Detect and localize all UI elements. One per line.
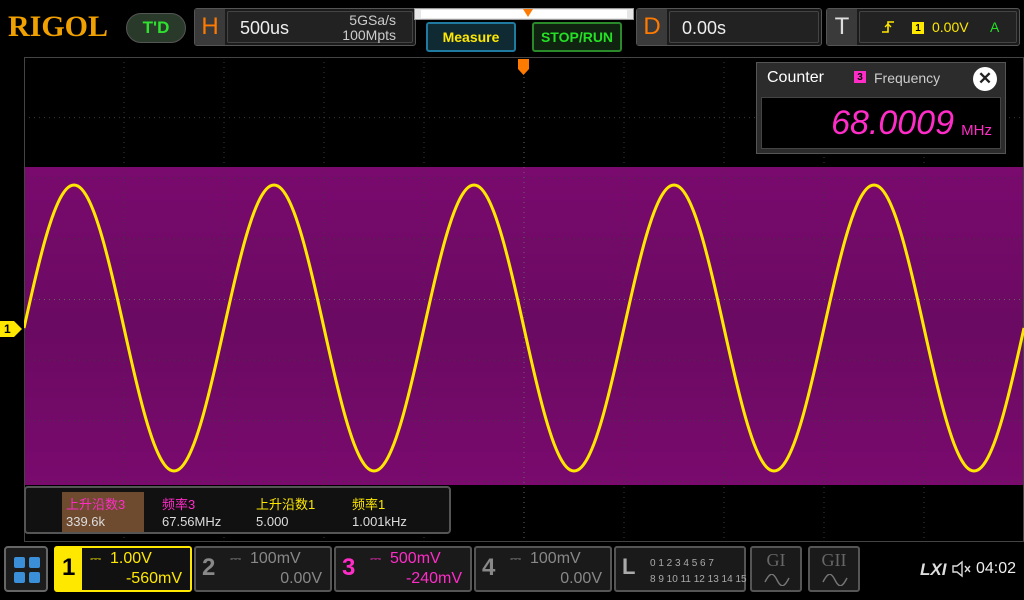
trigger-position-marker: [523, 9, 533, 17]
trigger-box[interactable]: T 1 0.00V A: [826, 8, 1020, 46]
dc-coupling-icon: ⎓: [370, 550, 382, 566]
logic-analyzer-box[interactable]: L 0 1 2 3 4 5 6 7 8 9 10 11 12 13 14 15: [614, 546, 747, 592]
channel-number: 4: [482, 554, 496, 581]
trigger-mode: A: [990, 19, 1000, 35]
channel-scale: 1.00V: [110, 550, 152, 567]
sine-wave-icon: [764, 574, 790, 586]
rising-edge-icon: [880, 19, 896, 38]
clock: 04:02: [976, 560, 1017, 577]
rigol-logo: RIGOL: [8, 10, 109, 43]
measurement-label: 频率3: [162, 497, 196, 512]
generator-2-label: GII: [821, 550, 847, 570]
dc-coupling-icon: ⎓: [510, 550, 522, 566]
measurement-value: 5.000: [256, 514, 289, 529]
measurement-value: 339.6k: [66, 514, 106, 529]
timebase-value: 500us: [240, 18, 290, 38]
channel-offset: -240mV: [405, 570, 462, 587]
channel-number: 1: [62, 554, 76, 581]
memory-depth: 100Mpts: [342, 27, 396, 43]
trigger-level: 0.00V: [932, 19, 969, 35]
measurement-table[interactable]: 上升沿数3 339.6k 频率3 67.56MHz 上升沿数1 5.000 频率…: [24, 486, 451, 534]
measurement-label: 频率1: [352, 497, 386, 512]
channel-offset: 0.00V: [560, 570, 602, 587]
measurement-value: 1.001kHz: [352, 514, 407, 529]
dc-coupling-icon: ⎓: [230, 550, 242, 566]
horizontal-timebase-box[interactable]: H 500us 5GSa/s 100Mpts: [194, 8, 416, 46]
td-mode-badge[interactable]: T'D: [126, 13, 186, 43]
delay-value: 0.00s: [682, 18, 727, 38]
counter-source-label[interactable]: Frequency: [874, 70, 940, 86]
sample-rate: 5GSa/s: [349, 12, 396, 28]
generator-2-box[interactable]: GII: [808, 546, 860, 592]
stop-run-button[interactable]: STOP/RUN: [532, 22, 622, 52]
logic-channels-row-2: 8 9 10 11 12 13 14 15: [650, 574, 747, 585]
delay-box[interactable]: D 0.00s: [636, 8, 822, 46]
top-status-bar: RIGOL T'D H 500us 5GSa/s 100Mpts Measure…: [0, 0, 1024, 55]
counter-readout: 68.0009 MHz: [761, 97, 1001, 149]
generator-1-box[interactable]: GI: [750, 546, 802, 592]
measurement-item[interactable]: 上升沿数3 339.6k: [62, 492, 144, 532]
measurement-item[interactable]: 频率1 1.001kHz: [348, 492, 444, 532]
close-icon[interactable]: ✕: [973, 67, 997, 91]
trigger-time-marker[interactable]: [518, 59, 529, 75]
measurement-item[interactable]: 上升沿数1 5.000: [252, 492, 348, 532]
channel-3-box[interactable]: 3 ⎓ 500mV -240mV: [334, 546, 472, 592]
channel-number: 3: [342, 554, 356, 581]
channel-4-box[interactable]: 4 ⎓ 100mV 0.00V: [474, 546, 612, 592]
counter-title: Counter: [767, 69, 824, 86]
channel-number: 2: [202, 554, 216, 581]
channel-scale: 500mV: [390, 550, 441, 567]
logic-label: L: [622, 554, 636, 579]
channel-scale: 100mV: [530, 550, 581, 567]
channel-2-box[interactable]: 2 ⎓ 100mV 0.00V: [194, 546, 332, 592]
channel-scale: 100mV: [250, 550, 301, 567]
generator-1-label: GI: [766, 550, 786, 570]
channel-1-box[interactable]: 1 ⎓ 1.00V -560mV: [54, 546, 192, 592]
bottom-channel-bar: 1 ⎓ 1.00V -560mV 2 ⎓ 100mV 0.00V 3 ⎓ 500…: [0, 542, 1024, 600]
counter-value: 68.0009: [831, 104, 954, 142]
measurement-value: 67.56MHz: [162, 514, 222, 529]
channel-offset: 0.00V: [280, 570, 322, 587]
channel-offset: -560mV: [125, 570, 182, 587]
measure-button[interactable]: Measure: [426, 22, 516, 52]
trigger-source-badge: 1: [912, 22, 924, 34]
horizontal-label: H: [195, 9, 225, 45]
dc-coupling-icon: ⎓: [90, 550, 102, 566]
measurement-label: 上升沿数1: [256, 497, 316, 512]
ch1-marker-label: 1: [4, 322, 11, 336]
delay-label: D: [637, 9, 667, 45]
counter-source-badge: 3: [854, 71, 866, 83]
memory-position-bar[interactable]: [414, 8, 634, 20]
counter-unit: MHz: [961, 122, 992, 139]
sine-wave-icon: [822, 574, 848, 586]
counter-panel[interactable]: Counter 3 Frequency ✕ 68.0009 MHz: [756, 62, 1006, 154]
measurement-item[interactable]: 频率3 67.56MHz: [158, 492, 240, 532]
home-menu-button[interactable]: [4, 546, 48, 592]
trigger-label: T: [827, 9, 857, 45]
lxi-icon[interactable]: LXI: [920, 560, 946, 580]
measurement-label: 上升沿数3: [66, 497, 126, 512]
ch1-offset-marker[interactable]: 1: [0, 321, 22, 337]
logic-channels-row-1: 0 1 2 3 4 5 6 7: [650, 558, 714, 569]
speaker-muted-icon[interactable]: [950, 558, 972, 585]
